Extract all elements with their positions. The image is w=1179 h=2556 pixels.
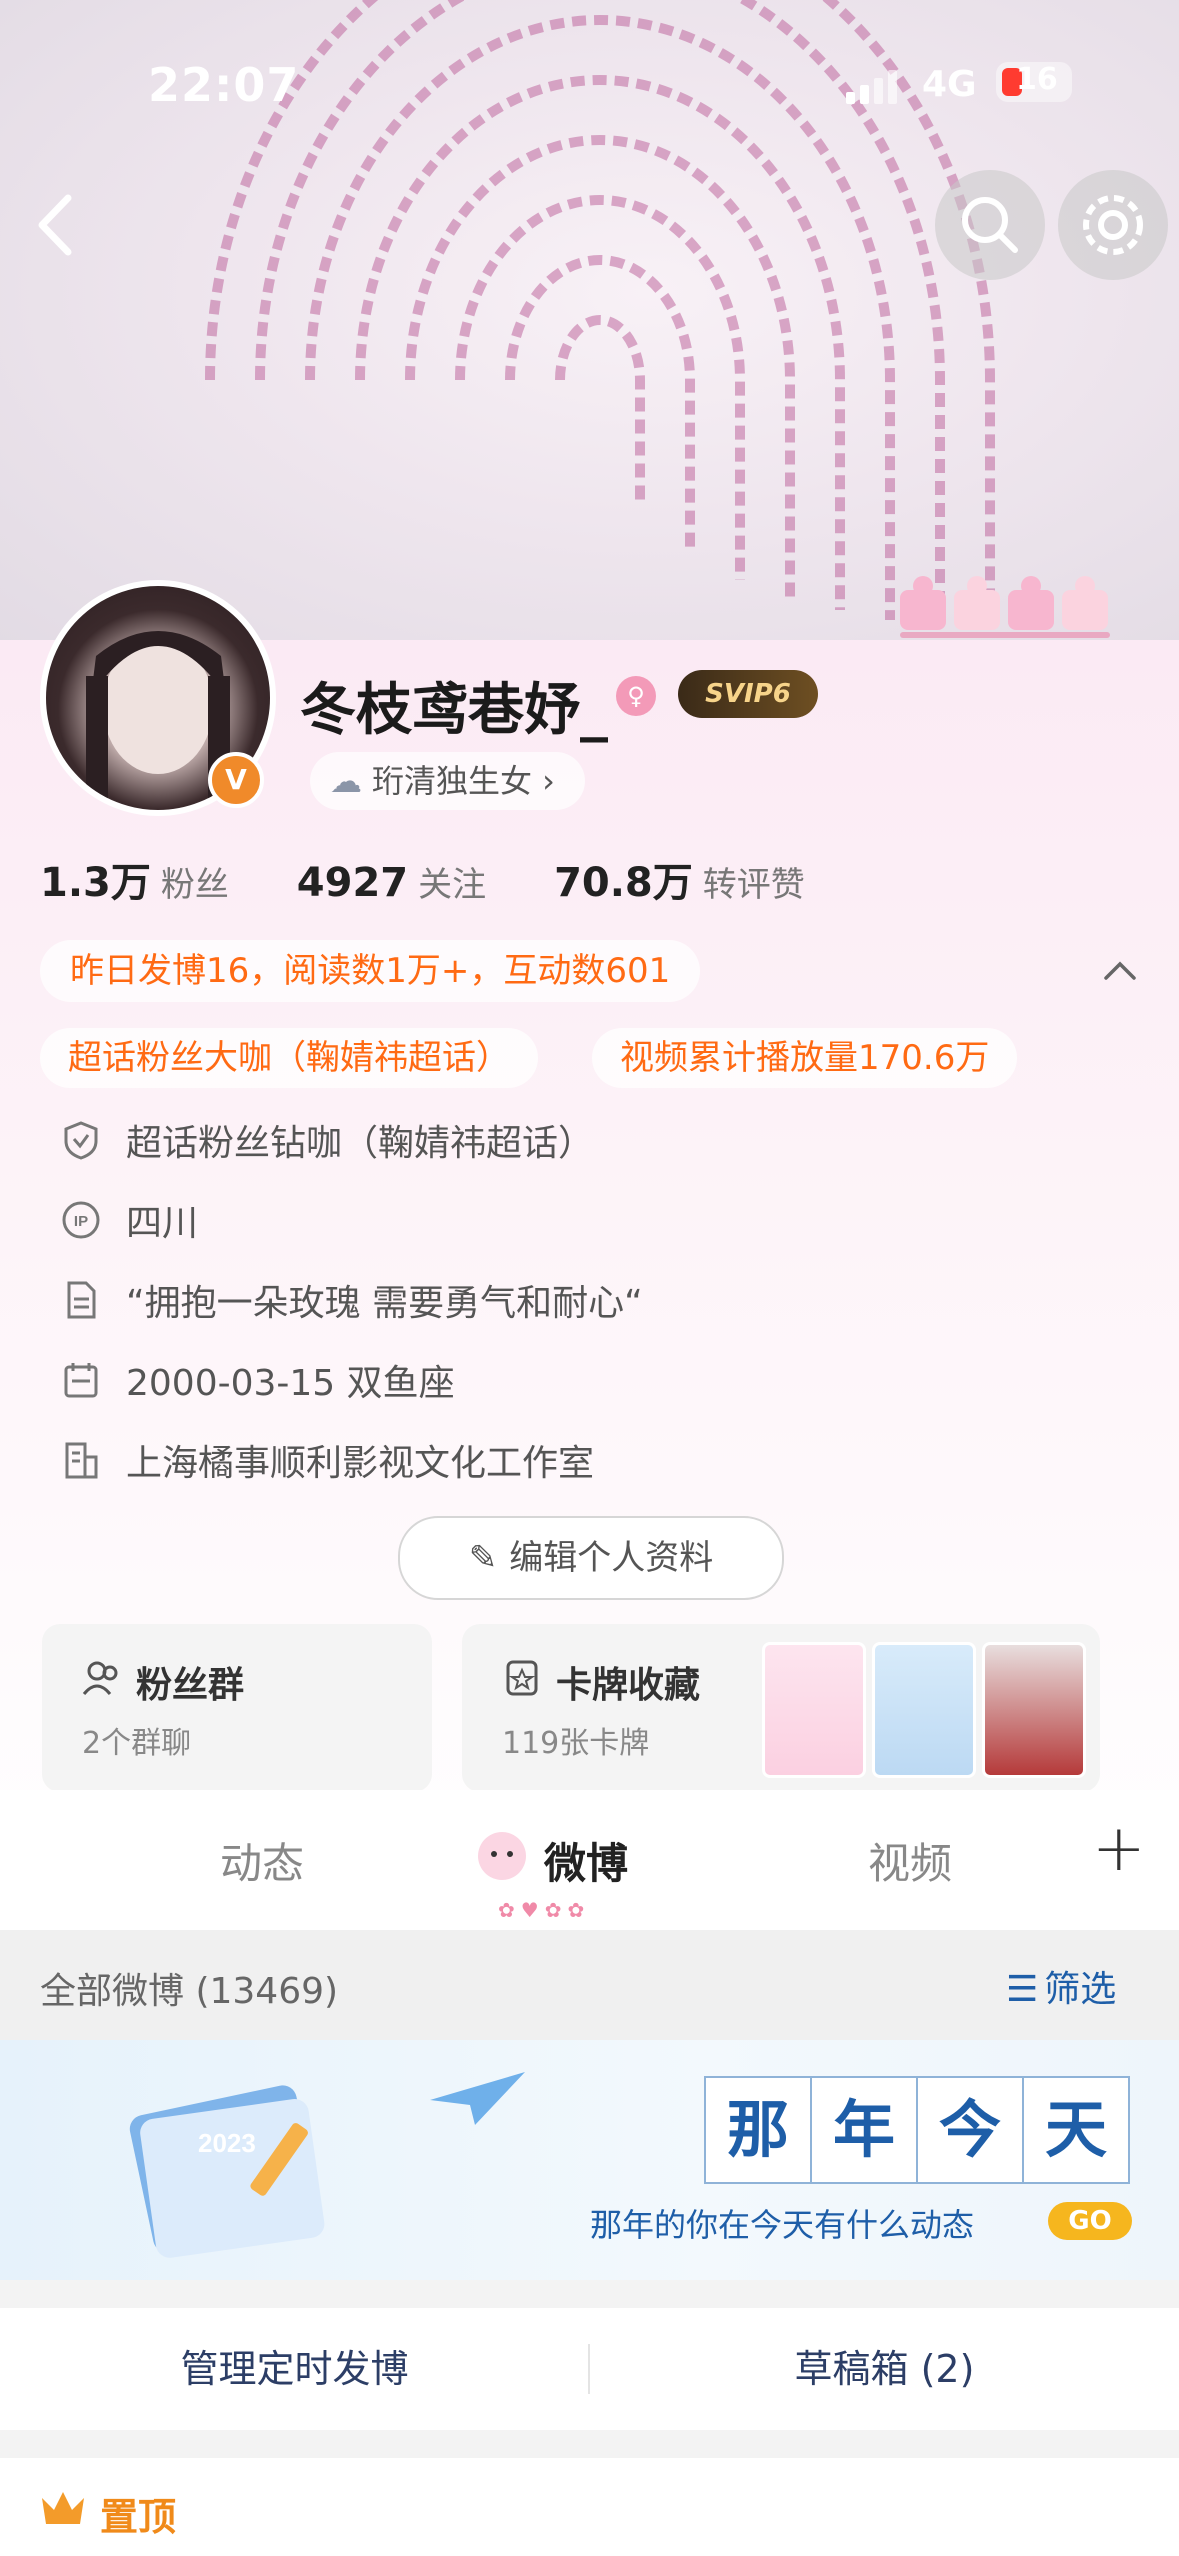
- stat-followers[interactable]: 1.3万 粉丝: [40, 860, 283, 906]
- card-star-icon: [506, 1660, 538, 1696]
- stat-label: 粉丝: [160, 865, 229, 905]
- info-text: 四川: [126, 1203, 199, 1244]
- battery-indicator: 16: [996, 62, 1072, 102]
- tab-active-indicator: ✿♥✿✿: [498, 1898, 591, 1922]
- info-row-company: 上海橘事顺利影视文化工作室: [60, 1434, 594, 1486]
- tab-weibo[interactable]: 微博: [544, 1830, 628, 1891]
- network-label: 4G: [922, 64, 977, 105]
- card-collection-subtitle: 119张卡牌: [502, 1726, 650, 1761]
- crown-icon: [42, 2492, 84, 2524]
- profile-tabs: 动态 微博 ✿♥✿✿ 视频 +: [0, 1790, 1179, 1930]
- profile-stats: 1.3万 粉丝 4927 关注 70.8万 转评赞: [40, 850, 859, 908]
- shield-icon: [64, 1121, 98, 1160]
- on-this-day-banner[interactable]: 2023 那 年 今 天 那年的你在今天有什么动态 GO: [0, 2040, 1179, 2280]
- verified-badge: V: [208, 752, 264, 808]
- pinned-label: 置顶: [100, 2495, 177, 2539]
- tab-video[interactable]: 视频: [868, 1830, 952, 1891]
- calendar-icon: [64, 1363, 98, 1398]
- add-tab-button[interactable]: +: [1092, 1812, 1146, 1886]
- card-thumbnail: [872, 1642, 976, 1778]
- banner-title-char: 天: [1022, 2076, 1130, 2184]
- svg-text:IP: IP: [74, 1213, 88, 1230]
- chevron-up-icon[interactable]: [1100, 950, 1140, 990]
- banner-go-button[interactable]: GO: [1048, 2202, 1132, 2240]
- banner-subtitle: 那年的你在今天有什么动态: [590, 2206, 975, 2244]
- fans-group-card[interactable]: 粉丝群 2个群聊: [42, 1624, 432, 1792]
- female-icon: ♀: [616, 676, 656, 716]
- filter-icon: ☰: [1006, 1969, 1039, 2010]
- badge-super-topic[interactable]: 超话粉丝大咖（鞠婧祎超话）: [40, 1028, 538, 1088]
- paper-plane-icon: [430, 2072, 525, 2125]
- stat-value: 1.3万: [40, 860, 151, 906]
- signal-icon: [846, 70, 897, 104]
- svg-text:2023: 2023: [198, 2128, 256, 2158]
- stat-value: 4927: [296, 860, 409, 906]
- stat-label: 关注: [418, 865, 487, 905]
- feed-filter-bar: 全部微博 (13469) ☰ 筛选: [0, 1930, 1179, 2040]
- pencil-icon: ✎: [468, 1538, 498, 1578]
- group-icon: [82, 1661, 118, 1695]
- filter-button[interactable]: ☰ 筛选: [1006, 1960, 1116, 2012]
- yesterday-summary[interactable]: 昨日发博16，阅读数1万+，互动数601: [40, 940, 701, 1002]
- info-row-super-topic: 超话粉丝钻咖（鞠婧祎超话）: [60, 1114, 594, 1166]
- post-actions-bar: 管理定时发博 草稿箱 (2): [0, 2308, 1179, 2430]
- edit-profile-label: 编辑个人资料: [509, 1538, 714, 1578]
- stat-likes[interactable]: 70.8万 转评赞: [554, 860, 859, 906]
- battery-percent: 16: [1016, 62, 1058, 97]
- info-text: 超话粉丝钻咖（鞠婧祎超话）: [126, 1123, 595, 1164]
- badge-video-plays[interactable]: 视频累计播放量170.6万: [592, 1028, 1018, 1088]
- tab-dynamics[interactable]: 动态: [220, 1830, 304, 1891]
- info-text: 2000-03-15 双鱼座: [126, 1363, 455, 1404]
- card-collection-title: 卡牌收藏: [556, 1665, 701, 1706]
- banner-title-char: 那: [704, 2076, 812, 2184]
- manage-scheduled-button[interactable]: 管理定时发博: [0, 2308, 589, 2430]
- gear-icon: [1083, 195, 1143, 255]
- nickname: 冬枝鸢巷妤_: [300, 678, 608, 743]
- vip-badge[interactable]: SVIP6: [678, 670, 818, 718]
- status-time: 22:07: [148, 58, 300, 112]
- calendar-illustration-icon: 2023: [129, 2085, 325, 2258]
- document-icon: [67, 1281, 96, 1319]
- train-sticker: [900, 576, 1110, 638]
- info-row-ip: IP 四川: [60, 1194, 198, 1246]
- card-collection-card[interactable]: 卡牌收藏 119张卡牌: [462, 1624, 1100, 1792]
- filter-button-label: 筛选: [1044, 1969, 1117, 2010]
- tab-sticker-icon: [478, 1832, 526, 1880]
- info-text: 上海橘事顺利影视文化工作室: [126, 1443, 595, 1484]
- search-button[interactable]: [935, 170, 1045, 280]
- ip-icon: IP: [62, 1201, 100, 1239]
- info-text: “拥抱一朵玫瑰 需要勇气和耐心“: [126, 1283, 643, 1324]
- status-bar: 22:07 4G 16: [0, 0, 1179, 170]
- edit-profile-button[interactable]: ✎ 编辑个人资料: [398, 1516, 784, 1600]
- profile-tag[interactable]: ☁ 珩清独生女 ›: [310, 752, 585, 810]
- stat-label: 转评赞: [702, 865, 805, 905]
- info-row-birthday: 2000-03-15 双鱼座: [60, 1354, 455, 1406]
- building-icon: [65, 1442, 98, 1479]
- profile-tag-label: 珩清独生女 ›: [372, 762, 555, 800]
- banner-title-char: 年: [810, 2076, 918, 2184]
- card-thumbnail: [762, 1642, 866, 1778]
- stat-value: 70.8万: [554, 860, 693, 906]
- card-thumbnail: [982, 1642, 1086, 1778]
- fans-group-title: 粉丝群: [136, 1665, 245, 1706]
- pinned-header: 置顶: [0, 2458, 1179, 2556]
- info-row-bio: “拥抱一朵玫瑰 需要勇气和耐心“: [60, 1274, 643, 1326]
- search-icon: [962, 197, 1018, 253]
- settings-button[interactable]: [1058, 170, 1168, 280]
- drafts-button[interactable]: 草稿箱 (2): [590, 2308, 1179, 2430]
- back-icon[interactable]: [30, 190, 80, 260]
- banner-title-char: 今: [916, 2076, 1024, 2184]
- stat-following[interactable]: 4927 关注: [297, 860, 540, 906]
- feed-count: 全部微博 (13469): [40, 1971, 339, 2012]
- fans-group-subtitle: 2个群聊: [82, 1726, 192, 1761]
- cloud-icon: ☁: [330, 762, 362, 800]
